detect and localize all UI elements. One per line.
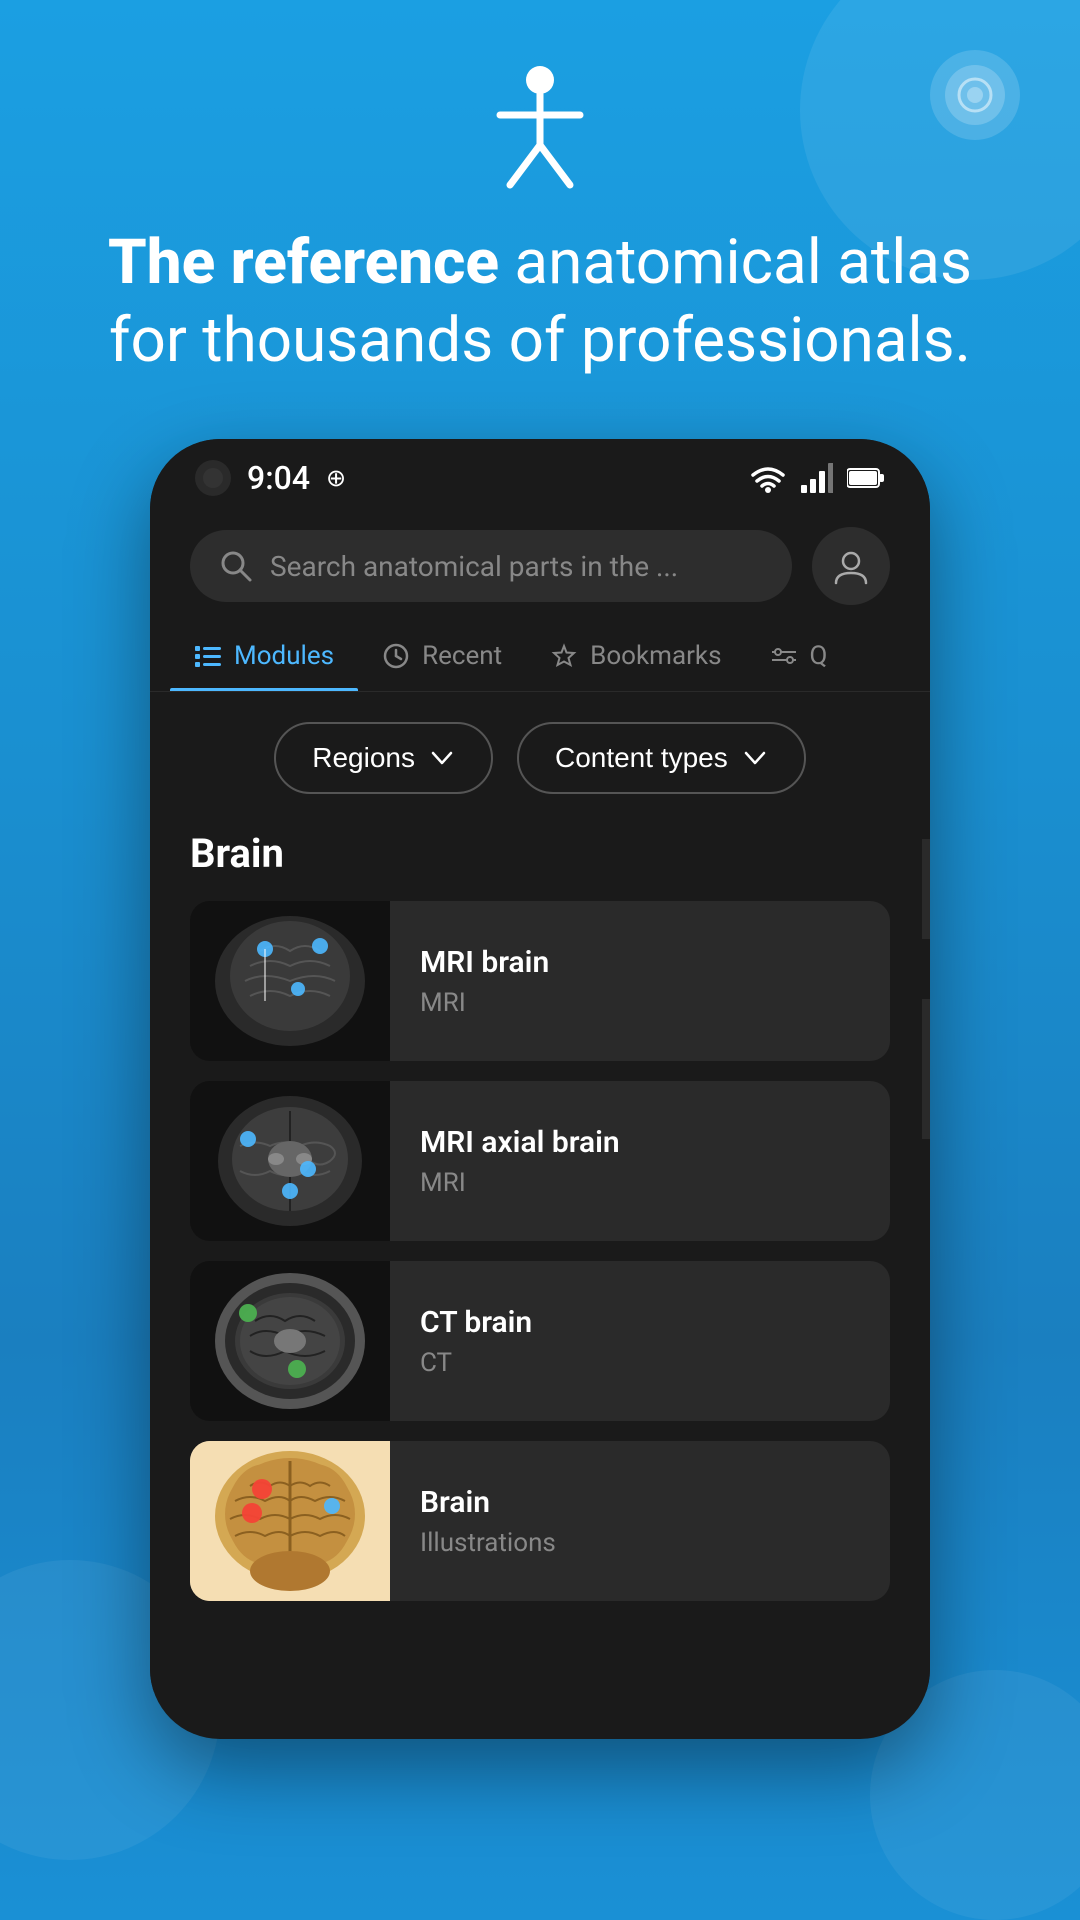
ct-brain-card[interactable]: CT brain CT (190, 1261, 890, 1421)
tab-recent[interactable]: Recent (358, 625, 526, 691)
content-types-label: Content types (555, 742, 728, 774)
front-camera (195, 460, 231, 496)
hero-title: The reference anatomical atlas for thous… (0, 224, 1080, 379)
star-icon (550, 642, 578, 670)
ct-brain-image (190, 1261, 390, 1421)
regions-label: Regions (312, 742, 415, 774)
wifi-icon (749, 463, 787, 493)
profile-button[interactable] (812, 527, 890, 605)
mri-brain-thumb (190, 901, 390, 1061)
regions-filter-button[interactable]: Regions (274, 722, 493, 794)
notification-icon[interactable] (930, 50, 1020, 140)
phone-frame: 9:04 ⊕ (150, 439, 930, 1739)
content-types-chevron-icon (742, 745, 768, 771)
search-area: Search anatomical parts in the ... (150, 507, 930, 615)
clock-icon (382, 642, 410, 670)
camera-lens (203, 468, 223, 488)
mri-axial-title: MRI axial brain (420, 1125, 860, 1160)
navigation-tabs: Modules Recent Bookmarks (150, 615, 930, 692)
mri-axial-image (190, 1081, 390, 1241)
tab-filter[interactable]: Q (746, 625, 852, 691)
status-extra-icon: ⊕ (326, 464, 346, 492)
hero-title-bold: The reference (108, 226, 499, 299)
search-icon (218, 548, 254, 584)
battery-icon (847, 467, 885, 489)
brain-illustration-title: Brain (420, 1485, 860, 1520)
human-svg (480, 60, 600, 190)
volume-button-1 (922, 839, 930, 939)
mri-brain-info: MRI brain MRI (390, 925, 890, 1038)
signal-icon (801, 463, 833, 493)
human-figure-icon (480, 60, 600, 194)
status-right (749, 463, 885, 493)
tab-recent-label: Recent (422, 641, 502, 671)
status-left: 9:04 ⊕ (195, 459, 346, 497)
hero-section: The reference anatomical atlas for thous… (0, 0, 1080, 379)
modules-icon (194, 642, 222, 670)
volume-button-2 (922, 999, 930, 1139)
ct-brain-thumb (190, 1261, 390, 1421)
ct-brain-title: CT brain (420, 1305, 860, 1340)
ct-brain-info: CT brain CT (390, 1285, 890, 1398)
content-types-filter-button[interactable]: Content types (517, 722, 806, 794)
status-bar: 9:04 ⊕ (150, 439, 930, 507)
brain-illustration-info: Brain Illustrations (390, 1465, 890, 1578)
tab-bookmarks[interactable]: Bookmarks (526, 625, 745, 691)
brain-section-heading: Brain (190, 830, 890, 877)
tab-modules[interactable]: Modules (170, 625, 358, 691)
mri-axial-thumb (190, 1081, 390, 1241)
mri-brain-image (190, 901, 390, 1061)
mri-brain-title: MRI brain (420, 945, 860, 980)
brain-illustration-image (190, 1441, 390, 1601)
mri-brain-card[interactable]: MRI brain MRI (190, 901, 890, 1061)
search-placeholder: Search anatomical parts in the ... (270, 550, 678, 583)
ct-brain-subtitle: CT (420, 1348, 860, 1378)
notification-inner (945, 65, 1005, 125)
tab-bookmarks-label: Bookmarks (590, 641, 721, 671)
search-bar[interactable]: Search anatomical parts in the ... (190, 530, 792, 602)
notification-svg (957, 77, 993, 113)
profile-icon (830, 545, 872, 587)
tab-filter-label: Q (810, 641, 828, 671)
mri-axial-brain-card[interactable]: MRI axial brain MRI (190, 1081, 890, 1241)
brain-illustration-thumb (190, 1441, 390, 1601)
brain-illustration-subtitle: Illustrations (420, 1528, 860, 1558)
brain-illustration-card[interactable]: Brain Illustrations (190, 1441, 890, 1601)
mri-axial-info: MRI axial brain MRI (390, 1105, 890, 1218)
filter-icon (770, 642, 798, 670)
regions-chevron-icon (429, 745, 455, 771)
content-area: Regions Content types Brain (150, 692, 930, 1692)
filter-row: Regions Content types (190, 722, 890, 794)
tab-modules-label: Modules (234, 641, 334, 671)
mri-brain-subtitle: MRI (420, 988, 860, 1018)
status-time: 9:04 (247, 459, 310, 497)
mri-axial-subtitle: MRI (420, 1168, 860, 1198)
